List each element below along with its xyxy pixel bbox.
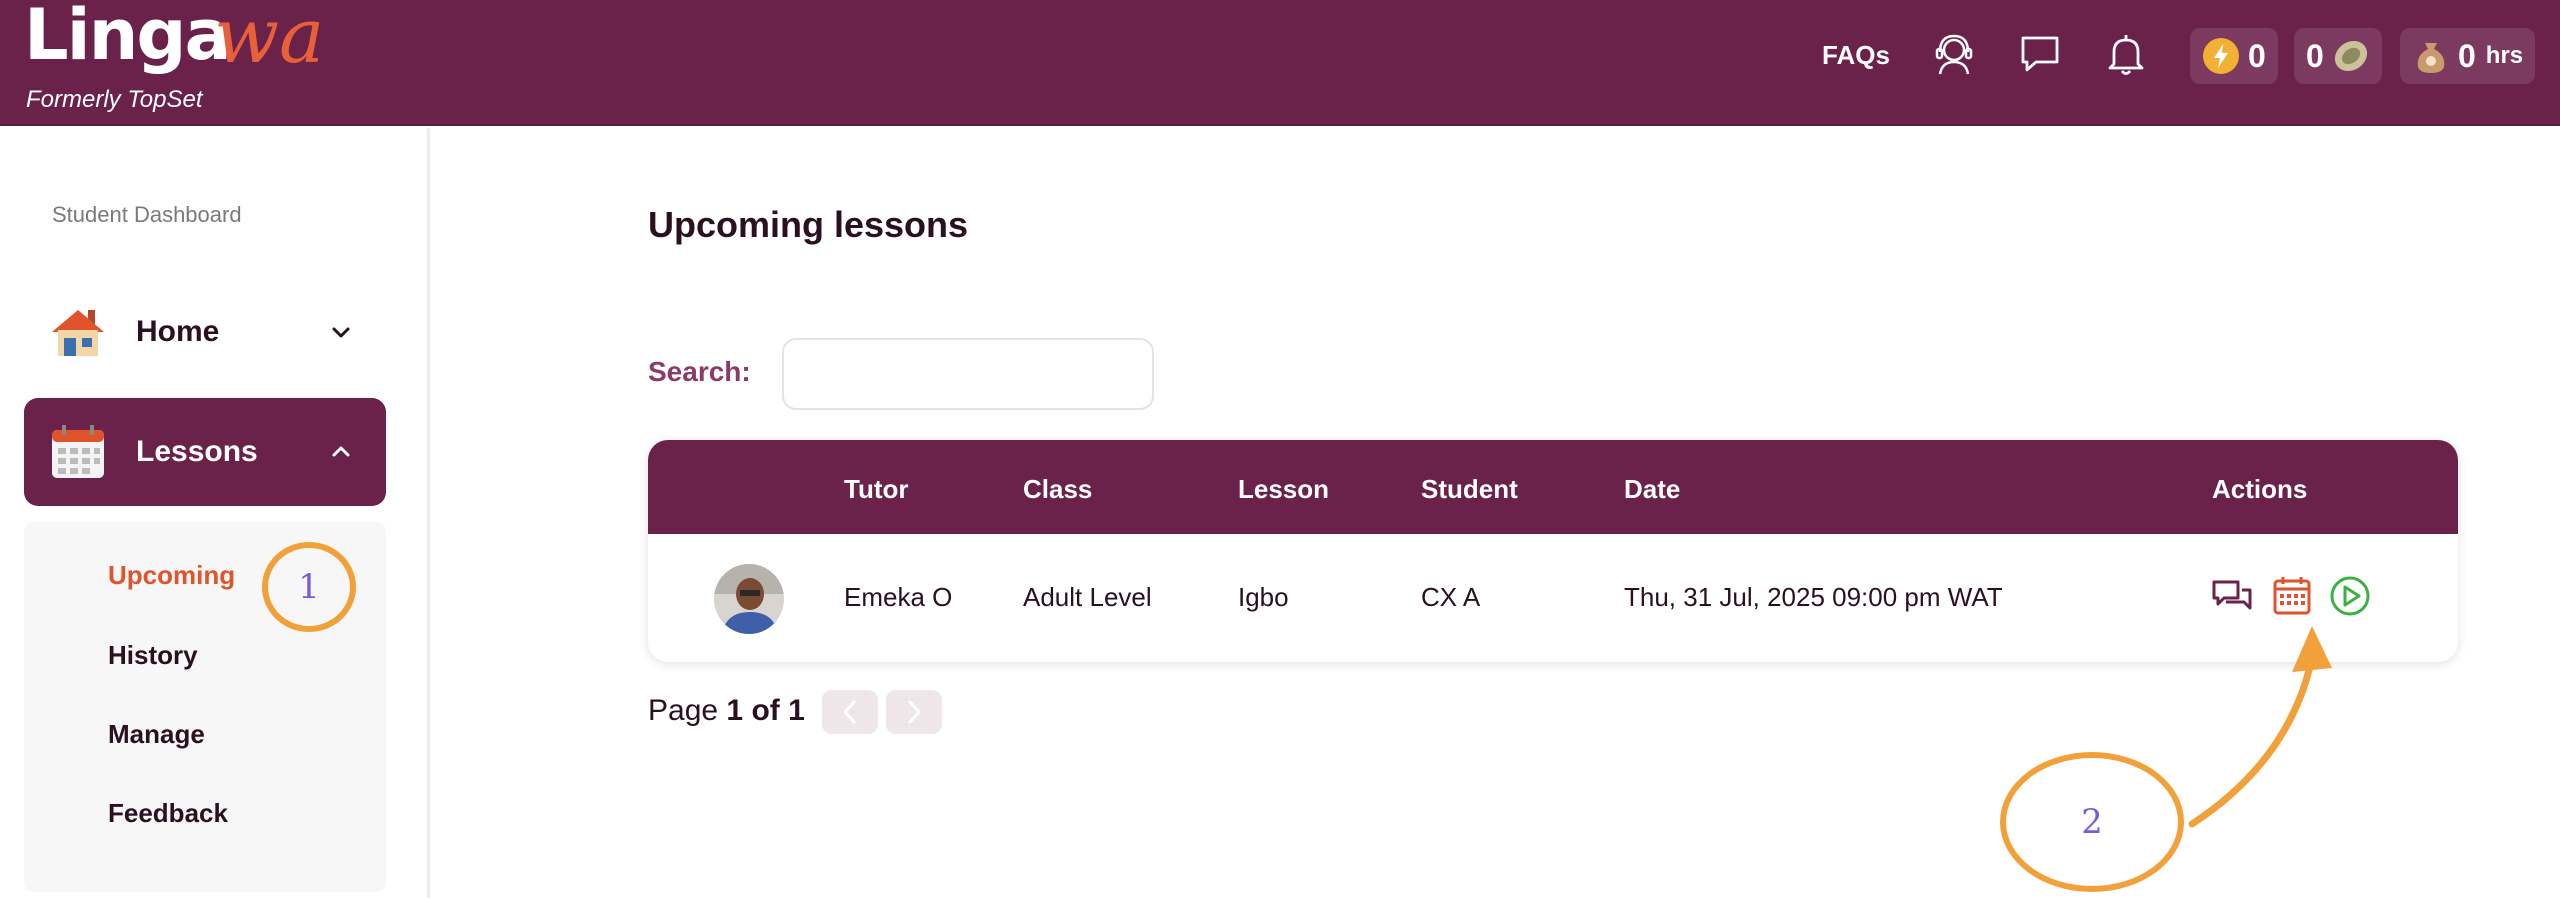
table-header: Tutor Class Lesson Student Date Actions [648, 440, 2458, 534]
submenu-upcoming[interactable]: Upcoming [108, 560, 235, 591]
coin-balance[interactable]: 0 [2294, 28, 2382, 84]
energy-count: 0 [2248, 37, 2266, 74]
sidebar: Student Dashboard Home Lessons Upcoming … [0, 128, 430, 898]
play-icon[interactable] [2328, 574, 2372, 618]
annotation-marker-2: 2 [2000, 752, 2184, 892]
column-header-class: Class [1023, 474, 1093, 504]
logo-text: Linga [24, 0, 232, 76]
annotation-marker-1: 1 [262, 542, 356, 632]
annotation-number: 1 [298, 567, 320, 607]
sidebar-item-label: Lessons [136, 435, 258, 468]
sidebar-item-lessons[interactable]: Lessons [24, 398, 386, 506]
logo-accent-text: wa [214, 0, 325, 80]
tutor-avatar[interactable] [714, 564, 784, 634]
column-header-date: Date [1624, 474, 1681, 504]
message-icon[interactable] [2210, 574, 2254, 618]
support-agent-icon[interactable] [1932, 32, 1976, 76]
bell-icon[interactable] [2104, 32, 2148, 76]
faqs-link[interactable]: FAQs [1822, 40, 1890, 71]
hours-balance[interactable]: 0 hrs [2400, 28, 2536, 84]
chevron-right-icon [908, 700, 921, 724]
next-page-button[interactable] [886, 690, 942, 734]
column-header-lesson: Lesson [1238, 474, 1330, 504]
hours-unit: hrs [2485, 42, 2524, 69]
hours-count: 0 [2458, 37, 2476, 74]
reschedule-calendar-icon[interactable] [2270, 574, 2314, 618]
annotation-arrow [2188, 626, 2332, 828]
submenu-manage[interactable]: Manage [108, 719, 205, 750]
sidebar-item-label: Home [136, 315, 220, 348]
chevron-up-icon [332, 446, 350, 457]
column-header-tutor: Tutor [844, 474, 909, 504]
sidebar-item-home[interactable]: Home [24, 286, 386, 378]
pager-prefix: Page [648, 694, 719, 727]
column-header-actions: Actions [2212, 474, 2308, 504]
logo-subtitle: Formerly TopSet [26, 86, 203, 113]
top-header: Linga wa Formerly TopSet FAQs 0 0 0 hrs [0, 0, 2560, 126]
chat-icon[interactable] [2018, 32, 2062, 76]
pager-value: 1 of 1 [726, 694, 805, 727]
cell-student: CX A [1421, 582, 1481, 612]
chevron-down-icon [332, 327, 350, 338]
house-icon [52, 310, 104, 356]
search-input[interactable] [782, 338, 1154, 410]
sidebar-title: Student Dashboard [52, 202, 242, 227]
column-header-student: Student [1421, 474, 1518, 504]
prev-page-button[interactable] [822, 690, 878, 734]
cell-lesson: Igbo [1238, 582, 1289, 612]
cell-tutor: Emeka O [844, 582, 953, 612]
cell-class: Adult Level [1023, 582, 1152, 612]
annotation-number: 2 [2081, 802, 2103, 842]
pagination-text: Page 1 of 1 [648, 694, 805, 728]
submenu-history[interactable]: History [108, 640, 198, 671]
lingawa-logo[interactable]: Linga wa Formerly TopSet [24, 0, 344, 114]
money-coin-icon [2334, 40, 2367, 72]
chevron-left-icon [843, 700, 856, 724]
cell-date: Thu, 31 Jul, 2025 09:00 pm WAT [1624, 582, 2003, 612]
coin-count: 0 [2306, 37, 2324, 74]
submenu-feedback[interactable]: Feedback [108, 798, 228, 829]
page-title: Upcoming lessons [648, 204, 969, 245]
search-label: Search: [648, 356, 751, 387]
lightning-coin-icon [2203, 38, 2239, 74]
calendar-icon [52, 425, 104, 478]
money-bag-icon [2417, 43, 2445, 73]
energy-balance[interactable]: 0 [2190, 28, 2278, 84]
